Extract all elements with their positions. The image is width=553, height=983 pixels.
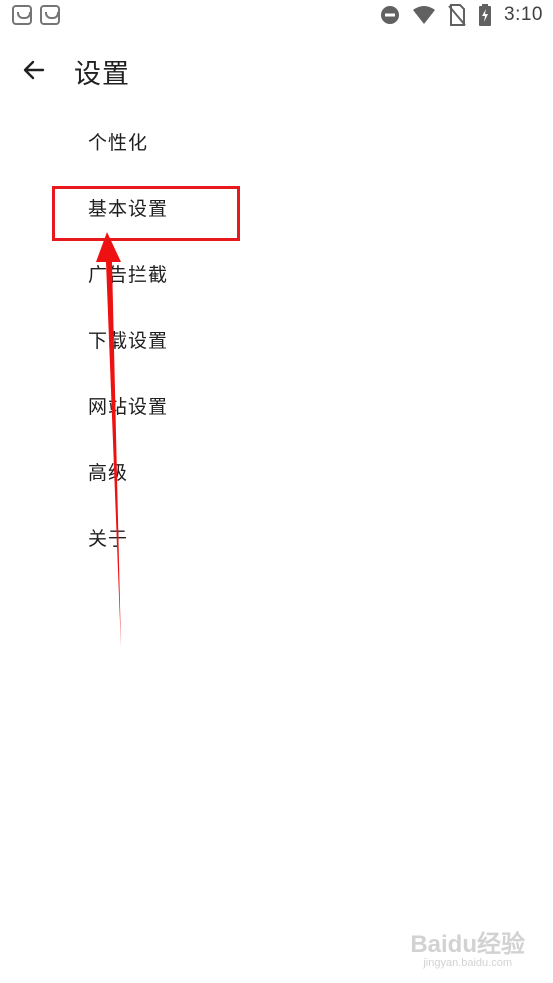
settings-item-personalization[interactable]: 个性化 — [0, 108, 553, 174]
settings-item-label: 高级 — [88, 461, 129, 484]
arrow-left-icon — [23, 60, 45, 80]
watermark-url: jingyan.baidu.com — [423, 957, 512, 969]
no-sim-icon — [448, 4, 466, 26]
settings-item-label: 关于 — [88, 527, 129, 550]
app-notification-icon — [40, 5, 60, 25]
page-title: 设置 — [74, 59, 130, 90]
settings-item-download[interactable]: 下载设置 — [0, 306, 553, 372]
toolbar: 设置 — [0, 34, 553, 104]
battery-charging-icon — [479, 4, 492, 26]
settings-item-label: 广告拦截 — [88, 263, 169, 286]
back-button[interactable] — [14, 50, 54, 90]
settings-item-about[interactable]: 关于 — [0, 504, 553, 570]
do-not-disturb-icon — [381, 6, 400, 24]
highlight-box — [52, 186, 240, 241]
watermark: Baidu经验 jingyan.baidu.com — [410, 924, 525, 969]
settings-item-ad-block[interactable]: 广告拦截 — [0, 240, 553, 306]
wifi-icon — [413, 6, 436, 24]
clock: 3:10 — [504, 4, 543, 25]
settings-item-label: 下载设置 — [88, 329, 169, 352]
settings-item-label: 网站设置 — [88, 395, 169, 418]
settings-list: 个性化 基本设置 广告拦截 下载设置 网站设置 高级 关于 — [0, 108, 553, 570]
settings-item-label: 个性化 — [88, 131, 149, 154]
watermark-logo: Baidu经验 — [410, 931, 525, 958]
settings-item-advanced[interactable]: 高级 — [0, 438, 553, 504]
app-notification-icon — [12, 5, 32, 25]
settings-item-site[interactable]: 网站设置 — [0, 372, 553, 438]
status-bar: 3:10 — [0, 0, 553, 34]
system-icons: 3:10 — [380, 4, 543, 26]
notification-icons — [12, 5, 60, 25]
